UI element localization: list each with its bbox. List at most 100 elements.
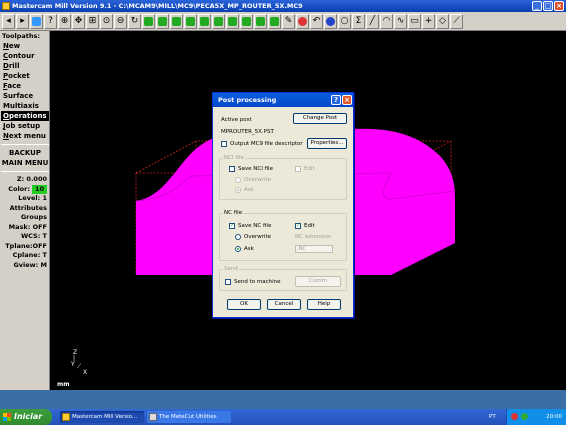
line-icon[interactable]: ╱	[366, 13, 379, 29]
dialog-close-icon[interactable]: ×	[342, 95, 352, 105]
undo-icon[interactable]: ↶	[310, 13, 323, 29]
wcs-status[interactable]: WCS: T	[1, 232, 49, 242]
menu-item-pocket[interactable]: Pocket	[1, 71, 49, 81]
right-arrow-icon[interactable]: ▸	[16, 13, 29, 29]
view-front-icon[interactable]	[156, 13, 169, 29]
help-button[interactable]: Help	[307, 299, 341, 310]
pan-icon[interactable]: ✥	[72, 13, 85, 29]
zoom-out-icon[interactable]: ⊖	[114, 13, 127, 29]
nc-overwrite-radio[interactable]	[235, 234, 241, 240]
axis-indicator: Z | Y ⟋ X	[71, 349, 88, 376]
nc-ask-label: Ask	[244, 246, 254, 252]
nci-overwrite-radio	[235, 177, 241, 183]
groups-button[interactable]: Groups	[1, 213, 49, 223]
zoom-icon[interactable]: ⊕	[58, 13, 71, 29]
nci-ask-radio	[235, 187, 241, 193]
shade-icon[interactable]	[198, 13, 211, 29]
z-depth-status[interactable]: Z: 0.000	[1, 175, 49, 185]
backup-button[interactable]: BACKUP	[1, 148, 49, 158]
dialog-title: Post processing	[218, 96, 277, 104]
mastercam-app-icon	[2, 2, 10, 10]
nci-edit-checkbox	[295, 166, 301, 172]
mask-status[interactable]: Mask: OFF	[1, 223, 49, 233]
dialog-help-icon[interactable]: ?	[331, 95, 341, 105]
language-indicator[interactable]: PT	[489, 409, 496, 425]
rectangle-icon[interactable]: ▭	[408, 13, 421, 29]
task-metecut[interactable]: The MeteCut Utilities	[147, 411, 231, 423]
view-top-icon[interactable]	[142, 13, 155, 29]
left-arrow-icon[interactable]: ◂	[2, 13, 15, 29]
sum-icon[interactable]: Σ	[352, 13, 365, 29]
menu-divider	[1, 144, 49, 145]
active-post-label: Active post	[221, 117, 252, 123]
cancel-button[interactable]: Cancel	[267, 299, 301, 310]
main-toolbar: ◂ ▸ ? ⊕ ✥ ⊞ ⊙ ⊖ ↻ ✎ ↶ ○ Σ ╱ ◠ ∿ ▭ + ◇ ⟋	[0, 12, 566, 31]
network-icon[interactable]	[521, 413, 528, 420]
chamfer-icon[interactable]: ⟋	[450, 13, 463, 29]
nc-overwrite-label: Overwrite	[244, 234, 272, 240]
curve-icon[interactable]: ∿	[394, 13, 407, 29]
zoom-window-icon[interactable]: ⊙	[100, 13, 113, 29]
save-nc-label: Save NC file	[238, 223, 272, 229]
rotate-part-icon[interactable]	[226, 13, 239, 29]
save-nci-checkbox[interactable]	[229, 166, 235, 172]
pencil-icon[interactable]: ✎	[282, 13, 295, 29]
delete-icon[interactable]	[296, 13, 309, 29]
window-title-bar: Mastercam Mill Version 9.1 - C:\MCAM9\MI…	[0, 0, 566, 12]
maximize-button[interactable]: □	[543, 1, 553, 11]
view-iso-icon[interactable]	[184, 13, 197, 29]
tplane-status[interactable]: Tplane:OFF	[1, 242, 49, 252]
fillet-icon[interactable]: ◇	[436, 13, 449, 29]
menu-item-job-setup[interactable]: Job setup	[1, 121, 49, 131]
minimize-button[interactable]: _	[532, 1, 542, 11]
output-mc9-label: Output MC9 file descriptor	[230, 141, 303, 147]
cplane-status[interactable]: Cplane: T	[1, 251, 49, 261]
menu-item-multiaxis[interactable]: Multiaxis	[1, 101, 49, 111]
plus-icon[interactable]: +	[422, 13, 435, 29]
save-nc-checkbox[interactable]: ✓	[229, 223, 235, 229]
verify-icon[interactable]	[254, 13, 267, 29]
send-to-machine-label: Send to machine	[234, 279, 281, 285]
menu-item-next-menu[interactable]: Next menu	[1, 131, 49, 141]
view-side-icon[interactable]	[170, 13, 183, 29]
start-button[interactable]: Iniciar	[0, 409, 52, 425]
backplot-icon[interactable]	[268, 13, 281, 29]
nc-edit-checkbox[interactable]: ✓	[295, 223, 301, 229]
color-status[interactable]: Color: 10	[1, 184, 49, 194]
ok-button[interactable]: OK	[227, 299, 261, 310]
security-icon[interactable]	[511, 413, 518, 420]
windows-flag-icon	[3, 413, 11, 421]
prompt-area	[0, 390, 566, 409]
level-status[interactable]: Level: 1	[1, 194, 49, 204]
menu-divider	[1, 171, 49, 172]
menu-item-new[interactable]: New	[1, 41, 49, 51]
main-menu-button[interactable]: MAIN MENU	[1, 158, 49, 168]
close-button[interactable]: ×	[554, 1, 564, 11]
rotate-icon[interactable]: ↻	[128, 13, 141, 29]
menu-item-operations[interactable]: Operations	[1, 111, 49, 121]
select-icon[interactable]	[30, 13, 43, 29]
help-icon[interactable]: ?	[44, 13, 57, 29]
menu-item-drill[interactable]: Drill	[1, 61, 49, 71]
arc-icon[interactable]: ◠	[380, 13, 393, 29]
translate-icon[interactable]	[240, 13, 253, 29]
change-post-button[interactable]: Change Post	[293, 113, 347, 124]
menu-item-face[interactable]: Face	[1, 81, 49, 91]
circle-icon[interactable]: ○	[338, 13, 351, 29]
post-processing-dialog: Post processing ? × Active post Change P…	[212, 92, 354, 318]
menu-item-surface[interactable]: Surface	[1, 91, 49, 101]
nc-edit-label: Edit	[304, 223, 315, 229]
menu-item-contour[interactable]: Contour	[1, 51, 49, 61]
output-mc9-checkbox[interactable]	[221, 141, 227, 147]
gview-status[interactable]: Gview: M	[1, 261, 49, 271]
nc-ask-radio[interactable]	[235, 246, 241, 252]
sphere-icon[interactable]	[324, 13, 337, 29]
nci-ask-label: Ask	[244, 187, 254, 193]
send-to-machine-checkbox[interactable]	[225, 279, 231, 285]
post-name: MPROUTER_5X.PST	[221, 129, 274, 135]
mirror-icon[interactable]	[212, 13, 225, 29]
attributes-button[interactable]: Attributes	[1, 204, 49, 214]
task-mastercam[interactable]: Mastercam Mill Versio...	[60, 411, 144, 423]
fit-icon[interactable]: ⊞	[86, 13, 99, 29]
properties-button[interactable]: Properties...	[307, 138, 347, 149]
